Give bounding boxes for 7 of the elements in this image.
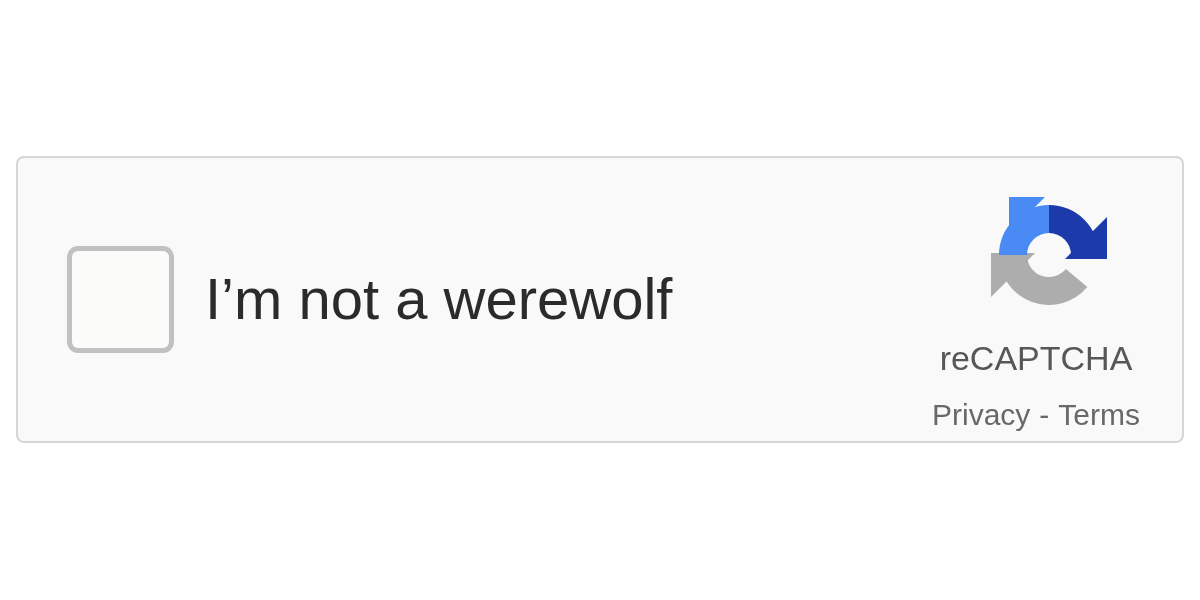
- brand-name: reCAPTCHA: [939, 338, 1133, 379]
- checkbox-label: I’m not a werewolf: [205, 266, 673, 333]
- checkbox[interactable]: [67, 246, 174, 353]
- legal-link[interactable]: Terms: [1058, 397, 1140, 433]
- legal-link[interactable]: Privacy: [931, 397, 1031, 433]
- link-separator: -: [1039, 397, 1050, 433]
- circular-arrows-icon: [991, 197, 1107, 305]
